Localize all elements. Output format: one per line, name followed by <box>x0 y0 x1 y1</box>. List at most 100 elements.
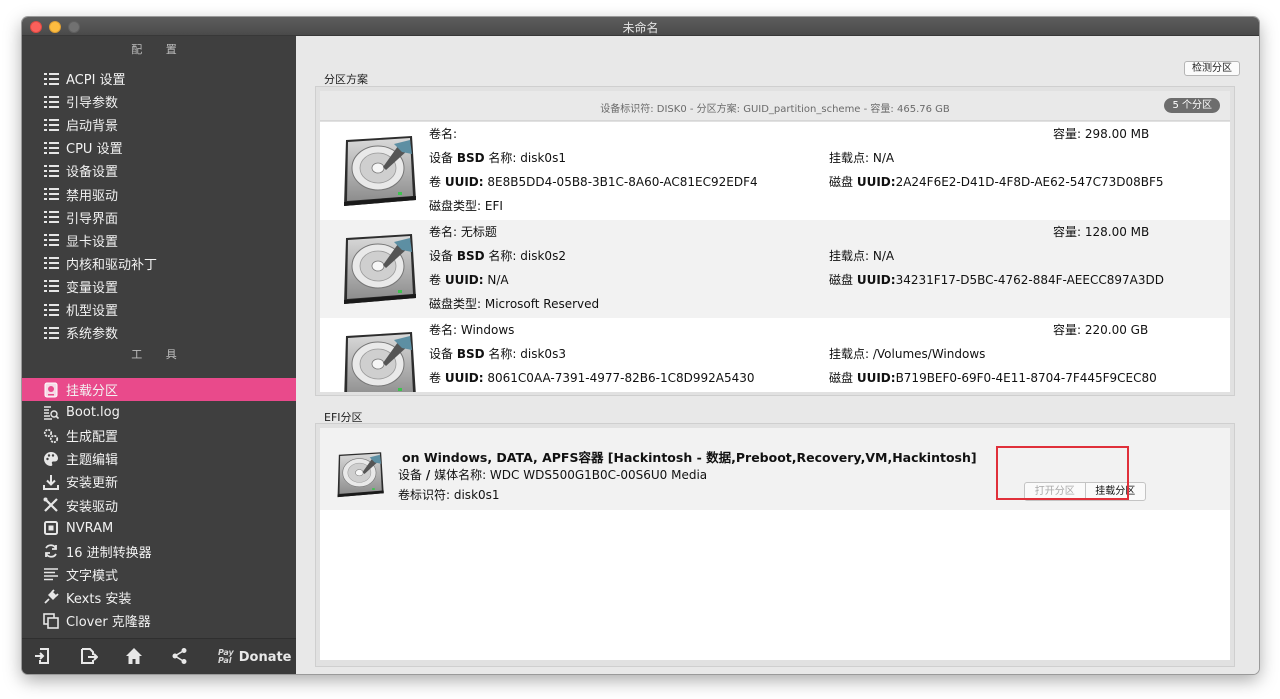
sidebar-item-tool[interactable]: 文字模式 <box>22 563 296 586</box>
palette-icon <box>43 451 59 467</box>
sidebar-item-config[interactable]: 启动背景 <box>22 113 296 136</box>
text-lines-icon <box>43 566 59 582</box>
share-icon[interactable] <box>170 647 190 667</box>
app-window: 未命名 配 置 ACPI 设置引导参数启动背景 CPU 设置 设备设置禁用驱动引导界… <box>22 17 1259 674</box>
mount-point: 挂载点: N/A <box>829 249 895 263</box>
tools-section-title: 工 具 <box>131 348 187 361</box>
log-search-icon <box>43 405 59 421</box>
highlight-annotation-box <box>996 446 1129 500</box>
donate-label: Donate <box>238 649 292 665</box>
partition-row[interactable]: 卷名: 无标题设备 BSD 名称: disk0s2 卷 UUID: N/A 磁盘类型… <box>320 220 1230 318</box>
list-icon <box>43 95 59 108</box>
sidebar-item-config[interactable]: 引导界面 <box>22 206 296 229</box>
plug-icon <box>43 589 59 605</box>
list-icon <box>43 211 59 224</box>
sidebar-item-config[interactable]: CPU 设置 <box>22 136 296 159</box>
sidebar-item-tool[interactable]: 挂载分区 <box>22 378 296 401</box>
chip-icon <box>43 520 59 536</box>
home-icon[interactable] <box>124 647 144 667</box>
sidebar-item-config[interactable]: 变量设置 <box>22 275 296 298</box>
volume-uuid: 卷 UUID: 8061C0AA-7391-4977-82B6-1C8D992A… <box>429 371 755 385</box>
mount-point: 挂载点: /Volumes/Windows <box>829 347 986 361</box>
sidebar-item-label: 内核和驱动补丁 <box>66 257 158 273</box>
partition-count-badge: 5 个分区 <box>1164 98 1220 113</box>
hard-disk-icon <box>335 448 385 500</box>
sidebar-item-tool[interactable]: NVRAM <box>22 517 296 540</box>
sidebar-item-tool[interactable]: 安装更新 <box>22 470 296 493</box>
sidebar-item-label: Clover 克隆器 <box>66 615 151 630</box>
sidebar-item-label: 设备设置 <box>66 165 119 181</box>
sidebar-item-tool[interactable]: 主题编辑 <box>22 447 296 470</box>
sidebar-item-tool[interactable]: Kexts 安装 <box>22 586 296 609</box>
config-section-title: 配 置 <box>131 43 187 56</box>
disk-uuid: 磁盘 UUID:34231F17-D5BC-4762-884F-AEECC897… <box>829 273 1164 287</box>
partition-list[interactable]: 卷名: 设备 BSD 名称: disk0s1 卷 UUID: 8E8B5DD4-0… <box>320 122 1230 392</box>
sidebar-item-config[interactable]: 显卡设置 <box>22 229 296 252</box>
sidebar-item-tool[interactable]: 安装驱动 <box>22 494 296 517</box>
partition-row[interactable]: 卷名: Windows 设备 BSD 名称: disk0s3 卷 UUID: 806… <box>320 318 1230 392</box>
volume-name: 卷名: Windows <box>429 323 515 337</box>
list-icon <box>43 141 59 154</box>
sidebar-item-label: 启动背景 <box>66 119 119 135</box>
sidebar-item-tool[interactable]: Clover 克隆器 <box>22 609 296 632</box>
sidebar-item-tool[interactable]: Boot.log <box>22 401 296 424</box>
volume-uuid: 卷 UUID: 8E8B5DD4-05B8-3B1C-8A60-AC81EC92… <box>429 175 758 189</box>
capacity: 容量: 128.00 MB <box>1053 225 1150 239</box>
list-icon <box>43 164 59 177</box>
sidebar-item-label: Boot.log <box>66 405 120 421</box>
volume-uuid: 卷 UUID: N/A <box>429 273 509 287</box>
sidebar-item-label: 生成配置 <box>66 430 119 446</box>
title-bar: 未命名 <box>22 17 1259 36</box>
list-icon <box>43 326 59 339</box>
sidebar-item-label: 安装驱动 <box>66 499 119 515</box>
sidebar-item-label: CPU 设置 <box>66 142 123 158</box>
list-icon <box>43 188 59 200</box>
list-icon <box>43 257 59 270</box>
main-panel: 分区方案 检测分区 设备标识符: DISK0 - 分区方案: GUID_part… <box>296 36 1259 674</box>
disk-info-header: 设备标识符: DISK0 - 分区方案: GUID_partition_sche… <box>320 91 1230 121</box>
disk-type: 磁盘类型: EFI <box>429 199 503 213</box>
detect-partitions-button[interactable]: 检测分区 <box>1184 61 1240 76</box>
refresh-icon <box>43 543 59 559</box>
sidebar-item-label: 主题编辑 <box>66 453 119 469</box>
sidebar-item-label: 禁用驱动 <box>66 188 119 204</box>
window-title: 未命名 <box>622 21 659 35</box>
paypal-icon: Pay Pal <box>218 648 234 665</box>
sidebar-item-label: NVRAM <box>66 520 114 536</box>
sidebar-footer: Pay Pal Donate <box>22 638 296 674</box>
sidebar-item-label: 挂载分区 <box>66 384 119 399</box>
volume-name: 卷名: <box>429 127 458 141</box>
sidebar-item-config[interactable]: 设备设置 <box>22 159 296 182</box>
download-icon <box>43 474 59 490</box>
disk-uuid: 磁盘 UUID:2A24F6E2-D41D-4F8D-AE62-547C73D0… <box>829 175 1164 189</box>
export-icon[interactable] <box>79 647 99 667</box>
donate-button[interactable]: Pay Pal Donate <box>218 646 292 668</box>
sidebar-item-config[interactable]: 内核和驱动补丁 <box>22 252 296 275</box>
disk-type: 磁盘类型: Microsoft Reserved <box>429 297 600 311</box>
sidebar-item-config[interactable]: 系统参数 <box>22 321 296 344</box>
import-icon[interactable] <box>33 647 53 667</box>
sidebar-item-label: 文字模式 <box>66 568 119 584</box>
efi-volume-title: on Windows, DATA, APFS容器 [Hackintosh - 数… <box>402 450 977 465</box>
efi-volume-identifier: 卷标识符: disk0s1 <box>398 488 500 502</box>
sidebar-item-label: 16 进制转换器 <box>66 545 152 561</box>
list-icon <box>43 72 59 85</box>
sidebar-item-config[interactable]: 机型设置 <box>22 298 296 321</box>
sidebar-item-config[interactable]: 引导参数 <box>22 90 296 113</box>
copy-icon <box>43 612 59 629</box>
sidebar-item-tool[interactable]: 生成配置 <box>22 424 296 447</box>
sidebar-item-config[interactable]: ACPI 设置 <box>22 67 296 90</box>
sidebar-item-tool[interactable]: 16 进制转换器 <box>22 540 296 563</box>
volume-name: 卷名: 无标题 <box>429 225 497 239</box>
sidebar: 配 置 ACPI 设置引导参数启动背景 CPU 设置 设备设置禁用驱动引导界面显卡设… <box>22 36 296 674</box>
bsd-name: 设备 BSD 名称: disk0s2 <box>429 249 566 263</box>
mount-point: 挂载点: N/A <box>829 151 895 165</box>
sidebar-item-label: ACPI 设置 <box>66 73 126 88</box>
list-icon <box>43 303 59 316</box>
sidebar-item-label: 机型设置 <box>66 304 119 319</box>
sidebar-item-label: 显卡设置 <box>66 234 119 250</box>
disk-info: 设备标识符: DISK0 - 分区方案: GUID_partition_sche… <box>600 104 950 115</box>
partition-row[interactable]: 卷名: 设备 BSD 名称: disk0s1 卷 UUID: 8E8B5DD4-0… <box>320 122 1230 220</box>
sidebar-item-config[interactable]: 禁用驱动 <box>22 183 296 206</box>
sidebar-item-label: Kexts 安装 <box>66 591 132 607</box>
